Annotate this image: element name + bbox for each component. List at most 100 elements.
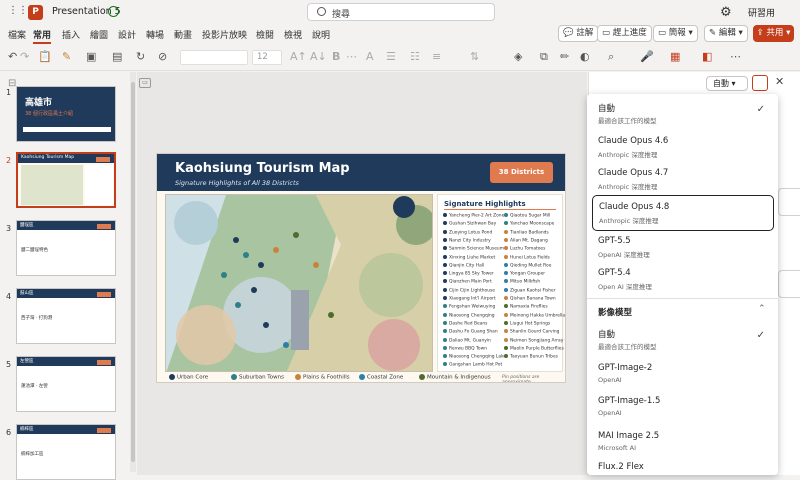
app-grid-icon[interactable]: ⋮⋮	[8, 5, 28, 17]
shape-fill-icon[interactable]: ◐	[580, 50, 590, 64]
slide-title[interactable]: Kaohsiung Tourism Map	[175, 161, 350, 176]
search-box[interactable]: 搜尋	[307, 3, 495, 21]
layout-icon[interactable]: ▤	[112, 50, 122, 64]
catch-up-button[interactable]: ▭ 趕上進度	[597, 25, 652, 42]
option-desc: Anthropic 深度推理	[598, 183, 658, 191]
legend-dot	[359, 374, 365, 380]
designer-icon[interactable]: ▦	[670, 50, 680, 64]
close-icon[interactable]: ✕	[775, 75, 784, 88]
highlight-label: Shanlin Gourd Carving	[510, 329, 560, 335]
arrange-icon[interactable]: ⧉	[540, 50, 548, 64]
more-icon[interactable]: ⋯	[346, 50, 357, 64]
tab-file[interactable]: 檔案	[8, 28, 26, 41]
hide-slide-icon[interactable]: ⊘	[158, 50, 167, 64]
slide-thumbnail-5[interactable]: 左營區 蓮池潭 · 左營	[16, 356, 116, 412]
legend-dot	[231, 374, 237, 380]
editing-button[interactable]: ✎ 編輯 ▾	[704, 25, 748, 42]
tab-transitions[interactable]: 轉場	[146, 28, 164, 41]
highlight-dot	[504, 320, 508, 325]
tab-view[interactable]: 檢視	[284, 28, 302, 41]
highlight-item: Meinong Hakka Umbrellas	[504, 312, 565, 318]
chevron-up-icon[interactable]: ⌃	[758, 304, 766, 314]
highlight-item: Zuoying Lotus Pond	[443, 229, 492, 235]
highlights-column-2: Qiaotou Sugar Mill Yanchao Moonscape Tianl…	[504, 213, 565, 371]
find-icon[interactable]: ⌕	[608, 50, 614, 64]
tab-help[interactable]: 說明	[312, 28, 330, 41]
tab-draw[interactable]: 繪圖	[90, 28, 108, 41]
present-button[interactable]: ▭ 簡報 ▾	[653, 25, 698, 42]
tab-review[interactable]: 檢閱	[256, 28, 274, 41]
text-direction-icon[interactable]: ⇅	[470, 50, 479, 64]
model-picker-dropdown[interactable]: 自動 ▾	[706, 76, 748, 91]
current-slide[interactable]: Kaohsiung Tourism Map Signature Highligh…	[156, 153, 566, 383]
copilot-icon[interactable]: ◧	[702, 50, 712, 64]
grow-font-icon[interactable]: A↑	[290, 50, 307, 64]
thumb-body: 西子灣 · 打狗港	[21, 316, 53, 321]
font-size-value: 12	[257, 52, 268, 62]
comments-button[interactable]: 💬 註解	[558, 25, 599, 42]
slide-thumbnail-1[interactable]: 高雄市 38 個行政區風土介紹	[16, 86, 116, 142]
bullets-icon[interactable]: ☰	[386, 50, 396, 64]
clipboard-icon[interactable]: 📋	[38, 50, 52, 64]
numbering-icon[interactable]: ☷	[410, 50, 420, 64]
highlight-label: Daliao Mt. Guanyin	[449, 338, 491, 343]
model-option-claude-opus-4-6[interactable]: Claude Opus 4.6 Anthropic 深度推理	[592, 130, 774, 166]
quick-styles-icon[interactable]: ✏	[560, 50, 569, 64]
bold-icon[interactable]: B	[332, 50, 340, 64]
slide-thumbnail-3[interactable]: 鹽埕區 鹽二鹽埕特色	[16, 220, 116, 276]
model-option-claude-opus-4-8[interactable]: Claude Opus 4.8 Anthropic 深度推理	[592, 195, 774, 231]
model-option-claude-opus-4-7[interactable]: Claude Opus 4.7 Anthropic 深度推理	[592, 162, 774, 198]
tab-slideshow[interactable]: 投影片放映	[202, 28, 247, 41]
highlight-label: Dashu Fo Guang Shan	[449, 329, 498, 335]
share-button[interactable]: ⇪ 共用 ▾	[753, 25, 794, 42]
district-count-badge[interactable]: 38 Districts	[490, 162, 553, 183]
highlight-dot	[443, 362, 447, 367]
user-name[interactable]: 研習用	[748, 6, 775, 19]
model-option-gpt-5-5[interactable]: GPT-5.5 OpenAI 深度推理	[592, 230, 774, 266]
notes-toggle-icon[interactable]: ▭	[139, 78, 151, 88]
tab-home[interactable]: 常用	[33, 28, 52, 44]
highlight-dot	[443, 304, 447, 309]
reset-icon[interactable]: ↻	[136, 50, 145, 64]
option-name: GPT-5.5	[598, 236, 631, 246]
new-chat-icon[interactable]	[752, 75, 768, 91]
image-option-flux-2-flex[interactable]: Flux.2 Flex	[592, 456, 774, 475]
text-color-icon[interactable]: A	[366, 50, 374, 64]
font-size-dropdown[interactable]: 12	[252, 50, 282, 65]
highlight-dot	[504, 354, 508, 359]
undo-icon[interactable]: ↶	[8, 50, 17, 64]
model-option-auto[interactable]: 自動 最適合該工作的模型 ✓	[592, 96, 774, 132]
font-family-dropdown[interactable]	[180, 50, 248, 65]
slide-subtitle[interactable]: Signature Highlights of All 38 Districts	[175, 179, 299, 187]
image-option-gpt-image-2[interactable]: GPT-Image-2 OpenAI	[592, 357, 774, 393]
option-name: GPT-5.4	[598, 268, 631, 278]
align-icon[interactable]: ≡	[432, 50, 441, 64]
image-option-auto[interactable]: 自動 最適合該工作的模型 ✓	[592, 322, 774, 358]
tab-insert[interactable]: 插入	[62, 28, 80, 41]
gear-icon[interactable]: ⚙	[720, 5, 732, 20]
illustrated-map-image[interactable]	[165, 194, 433, 372]
redo-icon[interactable]: ↷	[20, 50, 29, 64]
image-option-gpt-image-1-5[interactable]: GPT-Image-1.5 OpenAI	[592, 390, 774, 426]
checkmark-icon: ✓	[756, 104, 765, 115]
more-options-icon[interactable]: ⋯	[730, 50, 741, 64]
scrollbar-thumb[interactable]	[131, 82, 135, 462]
new-slide-icon[interactable]: ▣	[86, 50, 96, 64]
tab-design[interactable]: 設計	[118, 28, 136, 41]
highlight-label: Niaosong Chengqing Lake	[449, 354, 507, 360]
highlight-label: Namaxia Fireflies	[510, 304, 548, 310]
shrink-font-icon[interactable]: A↓	[310, 50, 327, 64]
shapes-icon[interactable]: ◈	[514, 50, 522, 64]
dictate-icon[interactable]: 🎤	[640, 50, 654, 64]
highlight-label: Qianjin City Hall	[449, 263, 485, 269]
highlight-label: Qiaotou Sugar Mill	[510, 213, 551, 219]
model-option-gpt-5-4[interactable]: GPT-5.4 Open AI 深度推理	[592, 262, 774, 298]
slide-thumbnail-2[interactable]: Kaohsiung Tourism Map	[16, 152, 116, 208]
format-painter-icon[interactable]: ✎	[62, 50, 71, 64]
highlights-panel[interactable]: Signature Highlights Yancheng Pier-2 Art…	[437, 194, 565, 372]
tab-animations[interactable]: 動畫	[174, 28, 192, 41]
slide-thumbnail-4[interactable]: 鼓山區 西子灣 · 打狗港	[16, 288, 116, 344]
slide-thumbnail-6[interactable]: 楠梓區 楠梓加工區	[16, 424, 116, 480]
option-desc: OpenAI	[598, 376, 622, 384]
highlight-item: Tianliao Badlands	[504, 229, 549, 235]
